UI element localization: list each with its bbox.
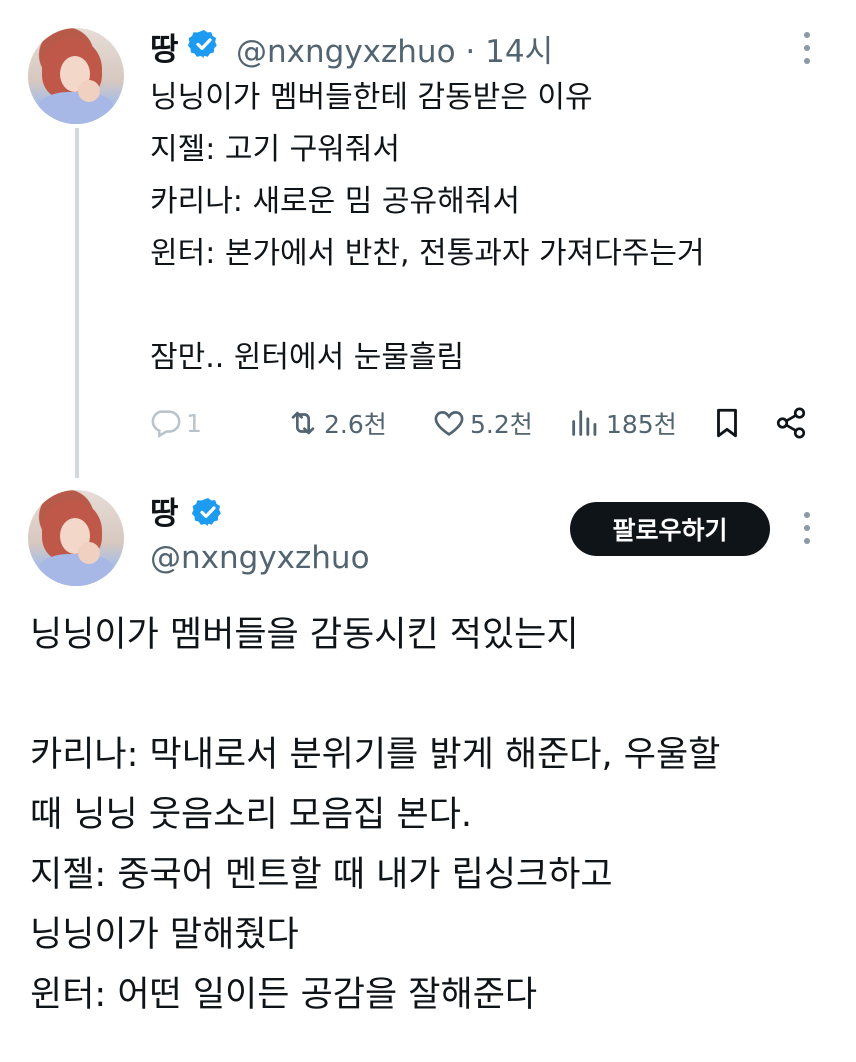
share-button[interactable] [774,400,812,446]
reply-button[interactable]: 1 [148,400,202,446]
share-icon [776,407,806,439]
verified-badge-icon [192,498,221,526]
handle-text: @nxngyxzhuo [236,34,456,70]
like-icon [434,411,464,436]
like-count: 5.2천 [470,410,533,439]
tweet-text: 닝닝이가 멤버들을 감동시킨 적있는지 카리나: 막내로서 분위기를 밝게 해준… [30,615,721,1015]
time-separator: · [465,34,476,70]
avatar[interactable] [28,490,124,586]
like-button[interactable]: 5.2천 [432,400,533,446]
retweet-button[interactable]: 2.6천 [286,400,387,446]
avatar[interactable] [28,28,124,124]
follow-button[interactable]: 팔로우하기 [570,502,770,556]
reply-count: 1 [186,408,202,438]
more-options-icon[interactable] [802,512,812,548]
thread-connector-line [75,128,79,478]
retweet-count: 2.6천 [324,410,387,439]
more-options-icon[interactable] [802,32,812,68]
views-icon [572,410,597,436]
verified-badge-icon [188,30,217,58]
view-count: 185천 [606,410,677,439]
views-button[interactable]: 185천 [568,400,677,446]
reply-icon [151,410,181,439]
tweet-text: 닝닝이가 멤버들한테 감동받은 이유 지젤: 고기 구워줘서 카리나: 새로운 … [150,80,705,375]
author-name[interactable]: 땅 [150,488,179,533]
tweet-actions: 1 2.6천 5.2천 185천 [148,400,828,446]
retweet-icon [291,411,315,435]
bookmark-icon [717,408,737,438]
tweet-time[interactable]: 14시 [485,34,553,70]
bookmark-button[interactable] [710,400,748,446]
author-name[interactable]: 땅 [150,24,179,69]
author-handle[interactable]: @nxngyxzhuo [150,540,370,576]
author-handle[interactable]: @nxngyxzhuo · 14시 [236,26,553,71]
